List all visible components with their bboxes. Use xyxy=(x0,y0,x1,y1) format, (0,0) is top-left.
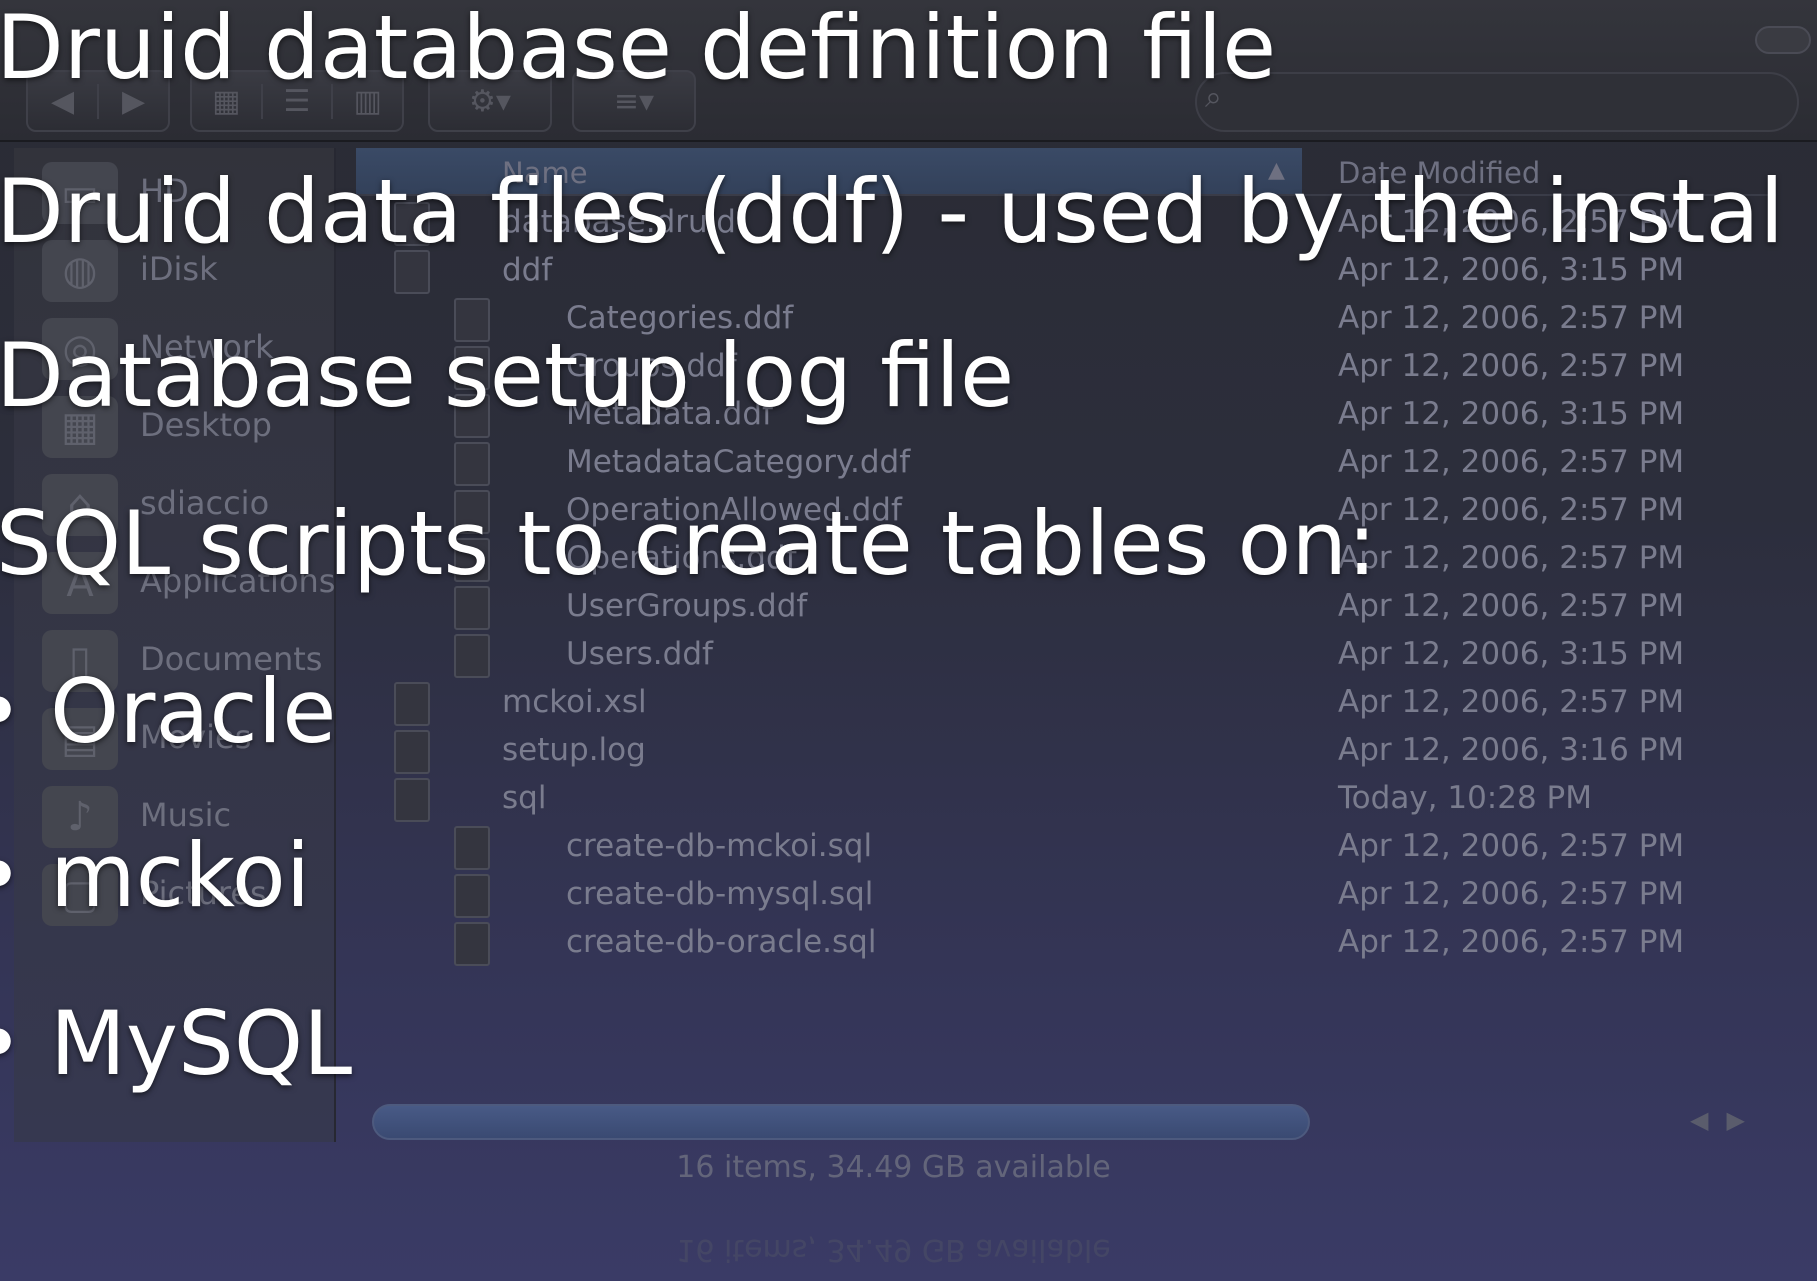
slide-line-2: Druid data files (ddf) - used by the ins… xyxy=(0,160,1784,263)
slide-line-1: Druid database definition file xyxy=(0,0,1277,99)
bullet-dot: • xyxy=(0,668,50,756)
bullet-text: mckoi xyxy=(50,824,311,927)
slide-line-3: Database setup log file xyxy=(0,324,1015,427)
slide-line-4: SQL scripts to create tables on: xyxy=(0,492,1377,595)
slide-bullet-oracle: •Oracle xyxy=(0,668,336,756)
slide-bullet-mysql: •MySQL xyxy=(0,1000,352,1088)
slide-text: Druid database definition file Druid dat… xyxy=(0,0,1817,1281)
bullet-text: MySQL xyxy=(50,992,353,1095)
bullet-dot: • xyxy=(0,1000,50,1088)
slide-bullet-mckoi: •mckoi xyxy=(0,832,310,920)
bullet-dot: • xyxy=(0,832,50,920)
bullet-text: Oracle xyxy=(50,660,337,763)
